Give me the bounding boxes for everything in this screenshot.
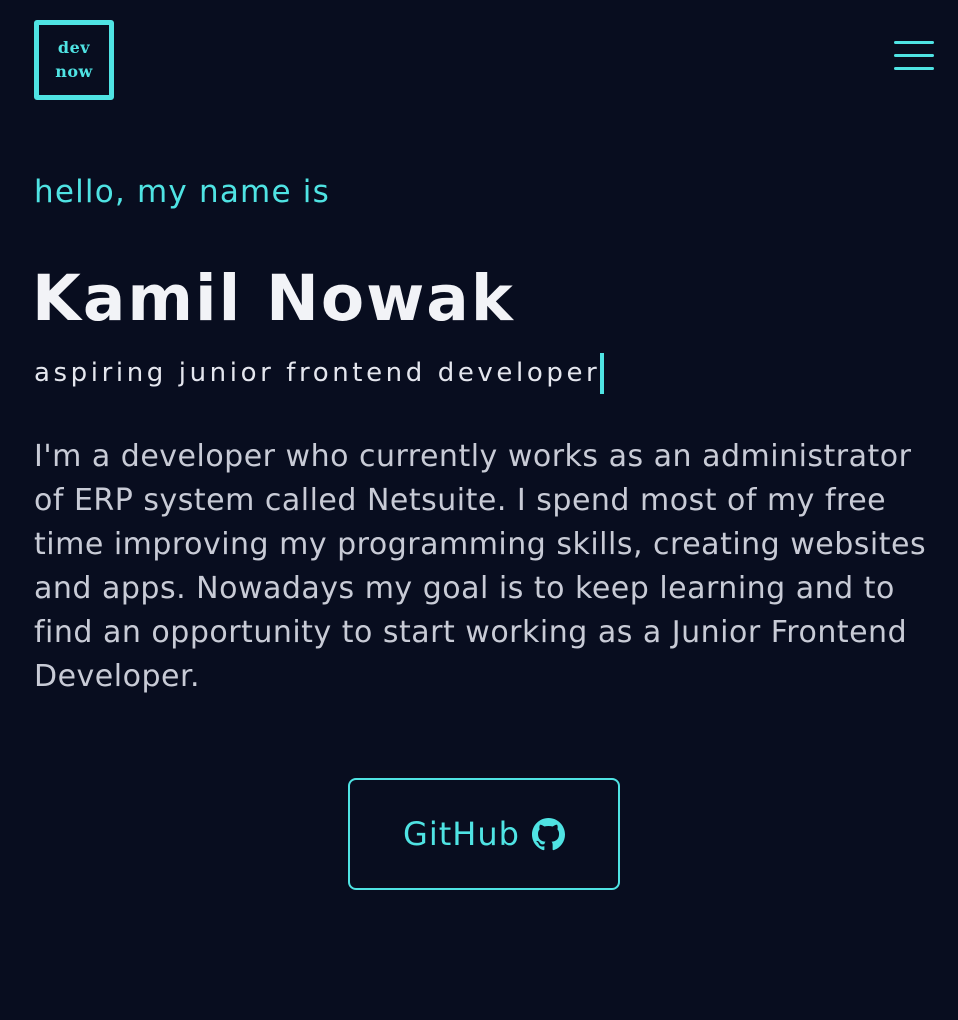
greeting-text: hello, my name is	[34, 174, 330, 210]
typing-cursor	[600, 352, 605, 394]
menu-bar	[894, 54, 934, 57]
role-text: aspiring junior frontend developer	[34, 358, 601, 388]
menu-bar	[894, 67, 934, 70]
menu-bar	[894, 41, 934, 44]
logo[interactable]: dev now	[34, 20, 114, 100]
page-title: Kamil Nowak	[32, 262, 515, 335]
github-button-label: GitHub	[403, 815, 520, 853]
hamburger-menu-icon[interactable]	[894, 39, 934, 73]
about-paragraph: I'm a developer who currently works as a…	[34, 439, 927, 694]
logo-line-dev: dev	[57, 38, 91, 57]
logo-line-now: now	[55, 62, 93, 81]
github-button[interactable]: GitHub	[348, 778, 620, 890]
role-line: aspiring junior frontend developer	[34, 352, 605, 394]
github-icon	[531, 817, 565, 850]
